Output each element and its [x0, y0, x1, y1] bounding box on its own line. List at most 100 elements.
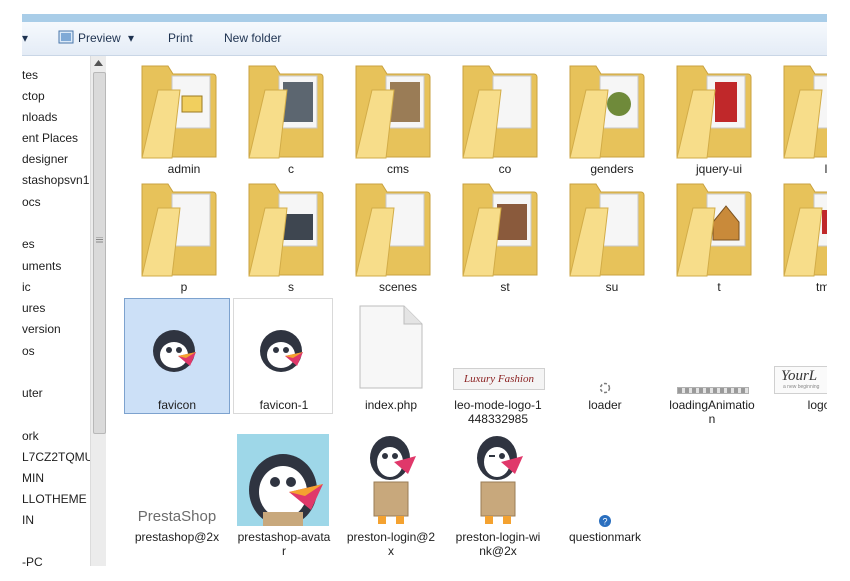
item-label: su [605, 280, 619, 294]
file-item-loader[interactable]: loader [552, 298, 658, 412]
nav-item[interactable]: LLOTHEME [22, 492, 87, 506]
item-label: preston-login@2 [346, 530, 436, 544]
nav-item[interactable]: es [22, 237, 35, 251]
folder-icon [783, 65, 827, 159]
prestashop-wordmark: PrestaShop [137, 508, 217, 525]
item-label: t [717, 280, 721, 294]
nav-item[interactable]: ctop [22, 89, 45, 103]
nav-item[interactable]: ocs [22, 195, 41, 209]
item-label: prestashop-avata [237, 530, 331, 544]
folder-icon [355, 65, 431, 159]
folder-item[interactable]: co [452, 56, 558, 180]
file-item-favicon[interactable]: favicon [124, 298, 230, 412]
item-label: 448332985 [467, 412, 529, 426]
file-item-preston-login-wink-2x[interactable]: preston-login-wi nk@2x [445, 426, 551, 566]
nav-item[interactable]: tes [22, 68, 38, 82]
folder-icon [676, 65, 752, 159]
folder-item[interactable]: st [452, 174, 558, 298]
item-label: nk@2x [479, 544, 517, 558]
spinner-icon [599, 382, 611, 394]
nav-item[interactable]: IN [22, 513, 34, 527]
folder-item[interactable]: p [131, 174, 237, 298]
nav-item[interactable]: L7CZ2TQMU [22, 450, 90, 464]
nav-item[interactable]: ures [22, 301, 45, 315]
file-item-questionmark[interactable]: ? questionmark [552, 426, 658, 566]
puffin-icon [260, 330, 303, 372]
folder-icon [569, 183, 645, 277]
your-logo-sub: a new beginning [783, 384, 820, 390]
folder-item[interactable]: l [773, 56, 827, 180]
folder-icon [141, 183, 217, 277]
file-item-logo[interactable]: YourL a new beginning logo [766, 298, 827, 412]
preview-dropdown-icon[interactable]: ▾ [128, 31, 134, 45]
item-label: x [388, 544, 394, 558]
nav-item[interactable]: -PC [22, 555, 43, 566]
file-item-leo-mode-logo[interactable]: Luxury Fashion leo-mode-logo-1 448332985 [445, 298, 551, 428]
item-label: loader [588, 398, 622, 412]
folder-icon [355, 183, 431, 277]
folder-item[interactable]: jquery-ui [666, 56, 772, 180]
grip-icon [96, 237, 103, 243]
folder-icon [676, 183, 752, 277]
item-label: scenes [378, 280, 418, 294]
nav-item[interactable]: MIN [22, 471, 44, 485]
progress-stripe [677, 387, 749, 394]
folder-item[interactable]: genders [559, 56, 665, 180]
document-icon [359, 305, 423, 389]
folder-item[interactable]: c [238, 56, 344, 180]
nav-item[interactable]: stashopsvn16 [22, 173, 90, 187]
folder-item[interactable]: scenes [345, 174, 451, 298]
nav-item[interactable]: nloads [22, 110, 57, 124]
nav-item[interactable]: ic [22, 280, 31, 294]
preview-button[interactable]: Preview [78, 31, 121, 45]
print-button[interactable]: Print [168, 31, 193, 45]
file-item-preston-login-2x[interactable]: preston-login@2 x [338, 426, 444, 566]
preview-icon[interactable] [58, 30, 74, 47]
item-label: leo-mode-logo-1 [454, 398, 542, 412]
your-logo-text: YourL [781, 368, 818, 384]
nav-item[interactable]: ent Places [22, 131, 78, 145]
item-label: st [500, 280, 510, 294]
scroll-up-arrow-icon[interactable] [94, 60, 103, 66]
file-item-index-php[interactable]: index.php [338, 298, 444, 412]
your-logo-thumbnail: YourL a new beginning [774, 366, 827, 394]
nav-item[interactable]: ork [22, 429, 39, 443]
folder-icon [783, 183, 827, 277]
window-top-strip [22, 14, 827, 22]
organize-chevron-icon[interactable]: ▾ [22, 31, 28, 45]
nav-item[interactable]: version [22, 322, 61, 336]
item-label: n [708, 412, 716, 426]
folder-item[interactable]: su [559, 174, 665, 298]
folder-item[interactable]: cms [345, 56, 451, 180]
folder-item[interactable]: s [238, 174, 344, 298]
item-label: p [180, 280, 188, 294]
folder-icon [141, 65, 217, 159]
folder-item[interactable]: admin [131, 56, 237, 180]
item-label: favicon-1 [259, 398, 309, 412]
navigation-pane: tes ctop nloads ent Places designer stas… [22, 56, 90, 566]
file-item-prestashop-2x[interactable]: PrestaShop prestashop@2x [124, 426, 230, 566]
nav-item[interactable]: uter [22, 386, 43, 400]
scrollbar-thumb[interactable] [93, 72, 106, 434]
file-item-loading-animation[interactable]: loadingAnimatio n [659, 298, 765, 428]
item-label: questionmark [568, 530, 642, 544]
folder-item[interactable]: tmp [773, 174, 827, 298]
file-item-prestashop-avatar[interactable]: prestashop-avata r [231, 426, 337, 566]
folder-icon [462, 183, 538, 277]
folder-icon [569, 65, 645, 159]
puffin-icon [477, 436, 523, 524]
nav-item[interactable]: uments [22, 259, 61, 273]
folder-icon [248, 183, 324, 277]
item-label: loadingAnimatio [669, 398, 755, 412]
item-label: prestashop@2x [134, 530, 220, 544]
item-label: favicon [157, 398, 197, 412]
folder-item[interactable]: t [666, 174, 772, 298]
nav-scrollbar[interactable] [90, 56, 106, 566]
nav-item[interactable]: designer [22, 152, 68, 166]
file-item-favicon-1[interactable]: favicon-1 [231, 298, 337, 412]
item-label: s [288, 280, 294, 294]
puffin-icon [370, 436, 416, 524]
svg-text:?: ? [602, 517, 607, 527]
new-folder-button[interactable]: New folder [224, 31, 281, 45]
nav-item[interactable]: os [22, 344, 35, 358]
